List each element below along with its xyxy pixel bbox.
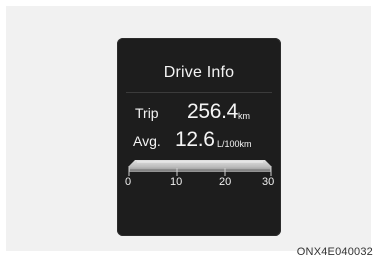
gauge-tick-label-30: 30: [262, 176, 275, 188]
title-divider: [126, 92, 272, 93]
cluster-display: Drive Info Trip 256.4 km Avg. 12.6 L/100…: [117, 38, 281, 236]
trip-row: Trip 256.4 km: [135, 98, 281, 124]
drive-info-title: Drive Info: [163, 64, 235, 81]
average-value: 12.6: [175, 128, 215, 151]
trip-value: 256.4: [187, 100, 239, 123]
fuel-economy-gauge: 0 10 20 30: [125, 158, 275, 192]
gauge-tick-label-0: 0: [125, 176, 132, 188]
average-unit: L/100km: [217, 139, 252, 149]
trip-label: Trip: [135, 105, 159, 121]
average-label: Avg.: [133, 133, 161, 149]
figure-code: ONX4E040032: [296, 246, 373, 258]
trip-unit: km: [238, 111, 250, 121]
figure-frame: Drive Info Trip 256.4 km Avg. 12.6 L/100…: [6, 6, 371, 251]
average-row: Avg. 12.6 L/100km: [133, 126, 279, 152]
gauge-tick-label-10: 10: [170, 176, 183, 188]
gauge-tick-label-20: 20: [219, 176, 232, 188]
gauge-bar-graphic: [128, 160, 272, 176]
